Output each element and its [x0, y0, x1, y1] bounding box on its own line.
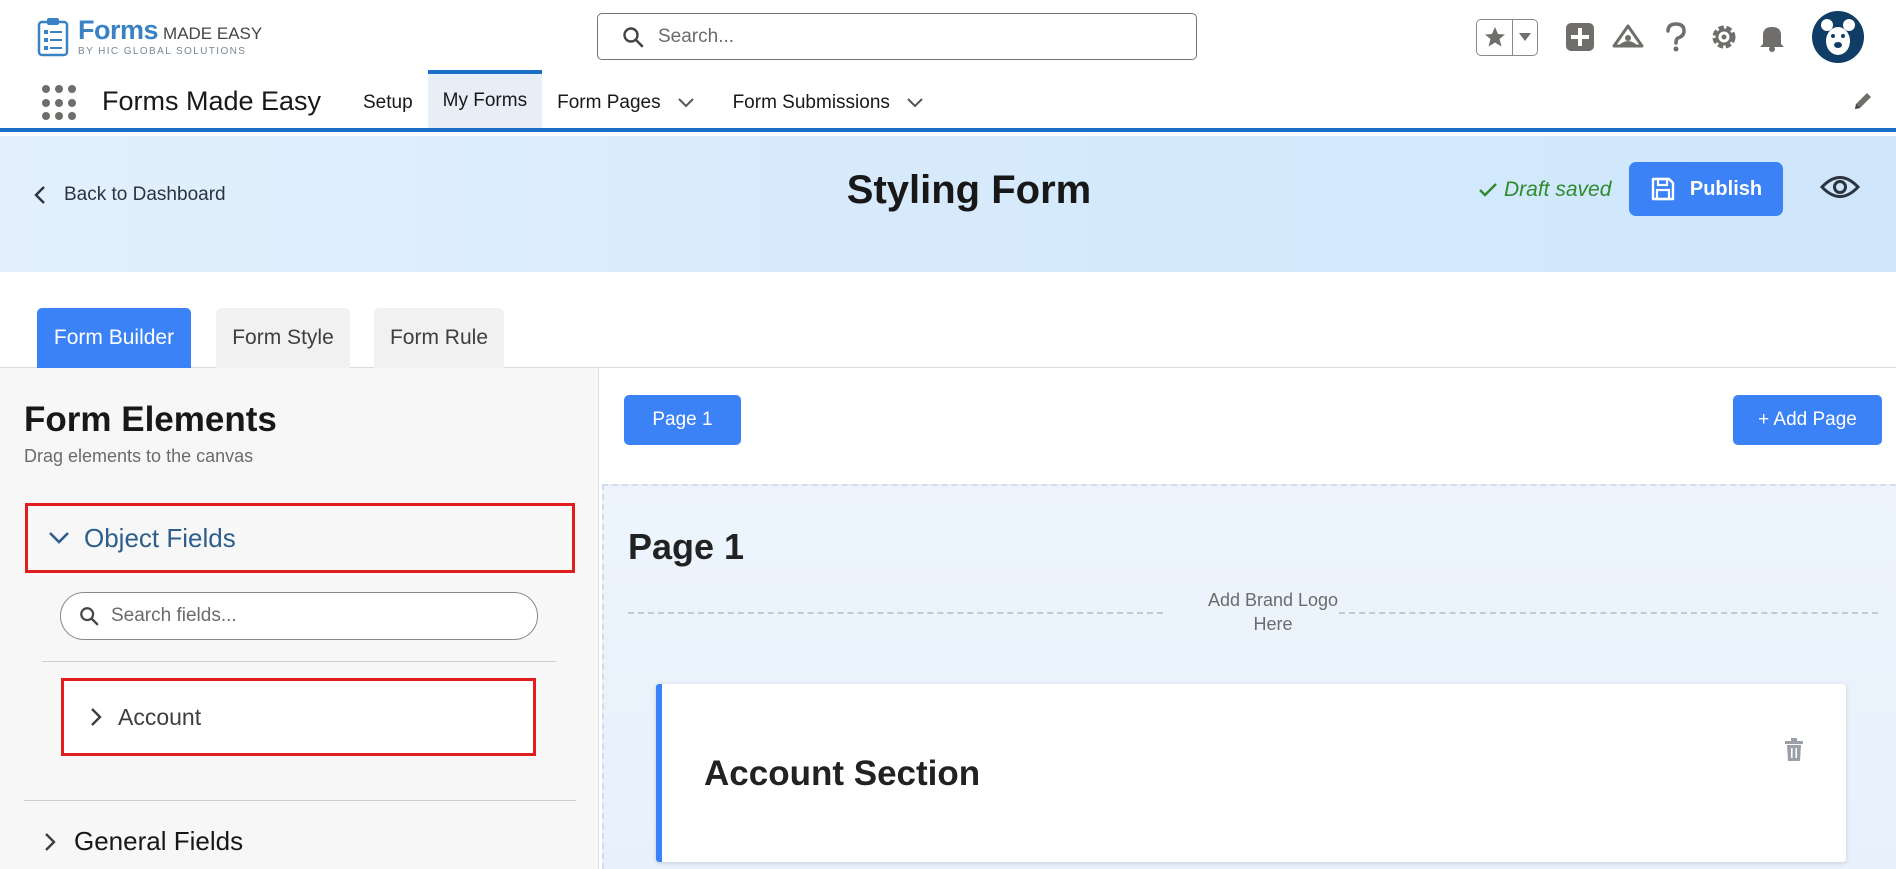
section-title: Account Section	[704, 754, 981, 793]
account-label: Account	[118, 703, 202, 730]
nav-item-form-pages[interactable]: Form Pages	[542, 74, 709, 132]
checkmark-icon	[1479, 183, 1497, 197]
page-button-label: Page 1	[652, 409, 713, 430]
field-search-box[interactable]	[60, 592, 538, 640]
header-utility-icons	[1476, 11, 1864, 63]
brand-logo-placeholder[interactable]: Add Brand Logo Here	[628, 588, 1878, 638]
forms-made-easy-logo[interactable]: Forms MADE EASY BY HIC GLOBAL SOLUTIONS	[36, 16, 266, 58]
object-fields-accordion[interactable]: Object Fields	[25, 503, 575, 573]
tab-label: Form Builder	[53, 326, 175, 349]
global-header: Forms MADE EASY BY HIC GLOBAL SOLUTIONS	[0, 0, 1896, 70]
clipboard-logo-icon	[37, 18, 69, 57]
tab-label: Form Rule	[389, 326, 489, 349]
global-search-box[interactable]	[597, 13, 1197, 60]
publish-button[interactable]: Publish	[1629, 162, 1783, 216]
page-drop-area[interactable]: Page 1 Add Brand Logo Here Account Secti…	[602, 484, 1896, 869]
form-canvas: Page 1 + Add Page Page 1 Add Brand Logo …	[600, 368, 1896, 869]
app-name: Forms Made Easy	[102, 86, 322, 116]
global-search-input[interactable]	[658, 25, 1178, 48]
draft-status-text: Draft saved	[1504, 178, 1612, 201]
nav-items: Setup My Forms Form Pages Form Submissio…	[348, 70, 939, 128]
nav-item-label: Form Submissions	[732, 92, 890, 113]
nav-item-my-forms[interactable]: My Forms	[427, 70, 543, 128]
publish-label: Publish	[1689, 177, 1763, 200]
dashed-divider	[1339, 612, 1878, 614]
nav-item-setup[interactable]: Setup	[348, 74, 428, 132]
save-disk-icon	[1651, 177, 1675, 201]
favorites-dropdown-icon[interactable]	[1513, 32, 1537, 42]
general-fields-accordion[interactable]: General Fields	[44, 826, 243, 857]
sidebar-subtitle: Drag elements to the canvas	[24, 446, 254, 466]
nav-item-form-submissions[interactable]: Form Submissions	[718, 74, 939, 132]
add-page-label: + Add Page	[1758, 409, 1857, 430]
builder-tabs: Form Builder Form Style Form Rule	[0, 272, 1896, 368]
nav-item-label: Setup	[363, 92, 413, 113]
tab-form-builder[interactable]: Form Builder	[37, 308, 191, 368]
chevron-down-icon[interactable]	[906, 97, 924, 109]
page-1-button[interactable]: Page 1	[624, 395, 741, 445]
notifications-bell-icon[interactable]	[1748, 22, 1796, 52]
form-title: Styling Form	[846, 168, 1092, 212]
form-header-banner: Back to Dashboard Styling Form Draft sav…	[0, 136, 1896, 272]
add-page-button[interactable]: + Add Page	[1733, 395, 1882, 445]
account-object-item[interactable]: Account	[61, 678, 536, 756]
favorites-star-icon[interactable]	[1477, 19, 1513, 55]
sidebar-title: Form Elements	[24, 400, 277, 439]
app-navigation-bar: Forms Made Easy Setup My Forms Form Page…	[0, 70, 1896, 132]
favorites-group[interactable]	[1476, 18, 1538, 56]
user-avatar[interactable]	[1812, 11, 1864, 63]
tab-form-style[interactable]: Form Style	[216, 308, 350, 368]
global-add-icon[interactable]	[1556, 21, 1604, 53]
logo-brand-text: Forms	[78, 15, 159, 45]
app-launcher-icon[interactable]	[42, 85, 78, 121]
edit-nav-pencil-icon[interactable]	[1852, 90, 1874, 112]
general-fields-label: General Fields	[74, 826, 244, 856]
divider	[42, 661, 556, 662]
setup-gear-icon[interactable]	[1700, 22, 1748, 52]
preview-eye-icon[interactable]	[1820, 174, 1860, 200]
nav-item-label: My Forms	[442, 90, 528, 111]
object-fields-label: Object Fields	[84, 522, 236, 553]
draft-saved-status: Draft saved	[1478, 178, 1611, 202]
divider	[24, 800, 576, 801]
trash-icon[interactable]	[1784, 738, 1804, 762]
logo-subtitle: BY HIC GLOBAL SOLUTIONS	[78, 46, 247, 57]
brand-logo-text: Add Brand Logo Here	[1207, 590, 1339, 634]
page-heading: Page 1	[628, 526, 745, 567]
search-icon	[80, 607, 99, 626]
account-section-card[interactable]: Account Section	[656, 684, 1846, 862]
chevron-right-icon	[91, 708, 102, 726]
logo-suffix-text: MADE EASY	[163, 24, 263, 43]
trailhead-icon[interactable]	[1604, 22, 1652, 52]
chevron-right-icon	[45, 832, 56, 851]
chevron-down-icon[interactable]	[677, 97, 695, 109]
form-elements-sidebar: Form Elements Drag elements to the canva…	[0, 368, 599, 869]
tab-form-rule[interactable]: Form Rule	[374, 308, 504, 368]
bear-avatar-icon	[1821, 19, 1855, 55]
dashed-divider	[628, 612, 1163, 614]
search-icon	[623, 26, 644, 47]
field-search-input[interactable]	[111, 605, 521, 627]
help-icon[interactable]	[1652, 21, 1700, 53]
nav-item-label: Form Pages	[557, 92, 661, 113]
tab-label: Form Style	[232, 326, 334, 349]
chevron-down-icon	[49, 532, 69, 544]
